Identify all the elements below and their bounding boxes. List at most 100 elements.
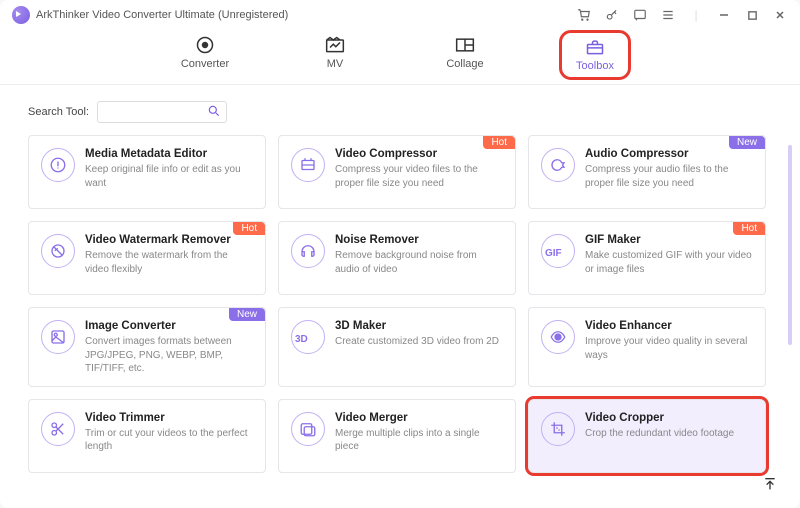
tool-title: Media Metadata Editor xyxy=(85,148,253,160)
tool-description: Improve your video quality in several wa… xyxy=(585,335,753,362)
hot-badge: Hot xyxy=(733,222,765,235)
search-icon[interactable] xyxy=(207,104,221,118)
tab-label: Toolbox xyxy=(576,60,614,72)
tool-description: Compress your video files to the proper … xyxy=(335,163,503,190)
feedback-icon[interactable] xyxy=(632,7,648,23)
tool-description: Remove background noise from audio of vi… xyxy=(335,249,503,276)
tab-label: Collage xyxy=(446,58,483,70)
tool-icon: GIF xyxy=(541,234,575,268)
tool-card-noise-remover[interactable]: Noise Remover Remove background noise fro… xyxy=(278,221,516,295)
tool-title: 3D Maker xyxy=(335,320,503,332)
tool-description: Convert images formats between JPG/JPEG,… xyxy=(85,335,253,376)
card-body: 3D Maker Create customized 3D video from … xyxy=(335,320,503,376)
tool-card-video-watermark-remover[interactable]: HotVideo Watermark Remover Remove the wat… xyxy=(28,221,266,295)
tool-description: Create customized 3D video from 2D xyxy=(335,335,503,349)
titlebar: ArkThinker Video Converter Ultimate (Unr… xyxy=(0,0,800,30)
tool-description: Trim or cut your videos to the perfect l… xyxy=(85,427,253,454)
tool-icon xyxy=(41,320,75,354)
tool-card-image-converter[interactable]: NewImage Converter Convert images formats… xyxy=(28,307,266,387)
tool-grid: Media Metadata Editor Keep original file … xyxy=(28,135,780,473)
converter-icon xyxy=(195,36,215,54)
search-row: Search Tool: xyxy=(28,101,780,123)
tool-description: Keep original file info or edit as you w… xyxy=(85,163,253,190)
search-label: Search Tool: xyxy=(28,106,89,118)
card-body: Media Metadata Editor Keep original file … xyxy=(85,148,253,198)
tool-card-media-metadata-editor[interactable]: Media Metadata Editor Keep original file … xyxy=(28,135,266,209)
scrollbar[interactable] xyxy=(788,145,792,345)
card-body: Video Cropper Crop the redundant video fo… xyxy=(585,412,753,462)
toolbox-icon xyxy=(585,38,605,56)
tool-card-gif-maker[interactable]: Hot GIF GIF Maker Make customized GIF with … xyxy=(528,221,766,295)
tool-icon xyxy=(41,148,75,182)
hot-badge: Hot xyxy=(233,222,265,235)
tool-title: Video Trimmer xyxy=(85,412,253,424)
tool-card-audio-compressor[interactable]: NewAudio Compressor Compress your audio f… xyxy=(528,135,766,209)
tool-card-video-compressor[interactable]: HotVideo Compressor Compress your video f… xyxy=(278,135,516,209)
content-area: Search Tool: Media Metadata Editor Keep o… xyxy=(0,85,800,508)
card-body: Audio Compressor Compress your audio file… xyxy=(585,148,753,198)
app-logo-icon xyxy=(12,6,30,24)
tool-description: Make customized GIF with your video or i… xyxy=(585,249,753,276)
new-badge: New xyxy=(229,308,265,321)
card-body: GIF Maker Make customized GIF with your v… xyxy=(585,234,753,284)
mv-icon xyxy=(325,36,345,54)
tool-card-video-cropper[interactable]: Video Cropper Crop the redundant video fo… xyxy=(528,399,766,473)
window-title: ArkThinker Video Converter Ultimate (Unr… xyxy=(36,9,288,21)
hot-badge: Hot xyxy=(483,136,515,149)
tool-title: Audio Compressor xyxy=(585,148,753,160)
tool-icon xyxy=(541,412,575,446)
tool-title: Video Cropper xyxy=(585,412,753,424)
svg-text:3D: 3D xyxy=(295,334,308,345)
tool-card-video-merger[interactable]: Video Merger Merge multiple clips into a … xyxy=(278,399,516,473)
search-box xyxy=(97,101,227,123)
tab-label: Converter xyxy=(181,58,229,70)
card-body: Noise Remover Remove background noise fro… xyxy=(335,234,503,284)
collage-icon xyxy=(455,36,475,54)
maximize-button[interactable] xyxy=(744,7,760,23)
tool-title: Video Enhancer xyxy=(585,320,753,332)
tab-label: MV xyxy=(327,58,344,70)
tool-title: Video Merger xyxy=(335,412,503,424)
scroll-to-top-button[interactable] xyxy=(760,474,780,494)
card-body: Video Merger Merge multiple clips into a … xyxy=(335,412,503,462)
cart-icon[interactable] xyxy=(576,7,592,23)
tab-collage[interactable]: Collage xyxy=(435,36,495,74)
tool-description: Crop the redundant video footage xyxy=(585,427,753,441)
tool-title: Noise Remover xyxy=(335,234,503,246)
tool-icon xyxy=(41,412,75,446)
tool-icon: 3D xyxy=(291,320,325,354)
tool-title: Image Converter xyxy=(85,320,253,332)
svg-text:GIF: GIF xyxy=(545,248,562,259)
tool-card-3d-maker[interactable]: 3D 3D Maker Create customized 3D video fro… xyxy=(278,307,516,387)
tool-icon xyxy=(41,234,75,268)
new-badge: New xyxy=(729,136,765,149)
main-nav: Converter MV Collage Toolbox xyxy=(0,30,800,85)
tool-icon xyxy=(291,234,325,268)
tool-title: Video Watermark Remover xyxy=(85,234,253,246)
tool-icon xyxy=(541,148,575,182)
card-body: Video Trimmer Trim or cut your videos to … xyxy=(85,412,253,462)
card-body: Video Watermark Remover Remove the waterm… xyxy=(85,234,253,284)
tool-icon xyxy=(291,148,325,182)
tool-title: GIF Maker xyxy=(585,234,753,246)
tool-icon xyxy=(541,320,575,354)
tool-description: Remove the watermark from the video flex… xyxy=(85,249,253,276)
window-controls: | xyxy=(576,7,788,23)
tool-title: Video Compressor xyxy=(335,148,503,160)
card-body: Image Converter Convert images formats be… xyxy=(85,320,253,376)
tab-converter[interactable]: Converter xyxy=(175,36,235,74)
tool-description: Compress your audio files to the proper … xyxy=(585,163,753,190)
key-icon[interactable] xyxy=(604,7,620,23)
menu-icon[interactable] xyxy=(660,7,676,23)
tab-toolbox[interactable]: Toolbox xyxy=(565,36,625,74)
minimize-button[interactable] xyxy=(716,7,732,23)
card-body: Video Compressor Compress your video file… xyxy=(335,148,503,198)
divider: | xyxy=(688,7,704,23)
tool-card-video-enhancer[interactable]: Video Enhancer Improve your video quality… xyxy=(528,307,766,387)
tool-description: Merge multiple clips into a single piece xyxy=(335,427,503,454)
tool-icon xyxy=(291,412,325,446)
card-body: Video Enhancer Improve your video quality… xyxy=(585,320,753,376)
tool-card-video-trimmer[interactable]: Video Trimmer Trim or cut your videos to … xyxy=(28,399,266,473)
tab-mv[interactable]: MV xyxy=(305,36,365,74)
close-button[interactable] xyxy=(772,7,788,23)
